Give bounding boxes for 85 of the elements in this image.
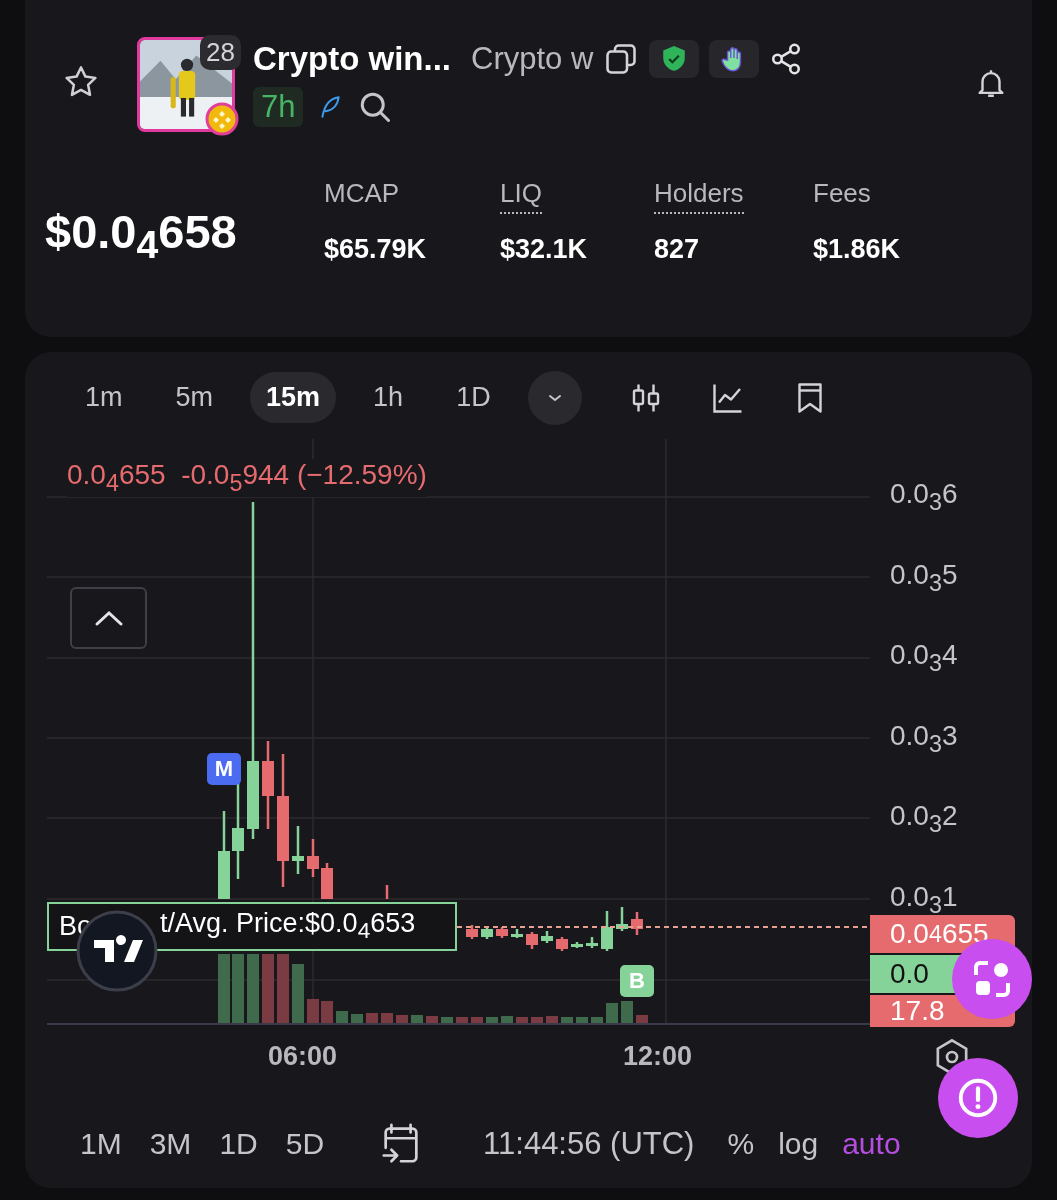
interval-tab[interactable]: 1m: [69, 372, 139, 423]
token-ticker: Crypto w: [471, 41, 594, 77]
price-change-legend: 0.0$_{4}$655 -0.0$_{5}$944 (−12.59%): [67, 459, 427, 497]
volume-bar: [218, 954, 230, 1023]
volume-bar: [366, 1013, 378, 1023]
candle: [586, 937, 598, 948]
volume-bar: [277, 954, 289, 1023]
volume-bar: [232, 954, 244, 1023]
range-button[interactable]: 1D: [214, 1123, 263, 1165]
volume-bar: [262, 954, 274, 1023]
candle: [321, 863, 333, 899]
clock-text: 11:44:56 (UTC): [483, 1126, 695, 1162]
stat-label[interactable]: Holders: [654, 178, 744, 214]
axis-label: 0.0$_{3}$3: [890, 720, 958, 759]
age-badge: 7h: [253, 87, 304, 127]
token-price: $0.0$_{4}$658: [45, 204, 238, 268]
axis-label: 0.0$_{3}$2: [890, 801, 958, 839]
candle: [556, 937, 568, 951]
volume-bar: [546, 1016, 558, 1023]
stat-label: MCAP: [324, 178, 400, 210]
stat-value: $1.86K: [813, 234, 901, 265]
volume-bar: [321, 1001, 333, 1023]
volume-bar: [621, 1001, 633, 1023]
volume-bar: [426, 1016, 438, 1023]
holder-count-badge: 28: [200, 35, 241, 70]
interval-tab[interactable]: 1h: [357, 372, 420, 423]
interval-tab[interactable]: 1D: [440, 372, 507, 423]
volume-bar: [381, 1013, 393, 1023]
volume-bar: [516, 1017, 528, 1023]
shield-check-icon: [649, 40, 700, 78]
volume-bar: [336, 1011, 348, 1023]
candle: [511, 929, 523, 938]
axis-label: 0.0$_{3}$6: [890, 479, 958, 517]
stat-label: Fees: [813, 178, 871, 210]
range-button[interactable]: 1M: [75, 1123, 127, 1165]
candle: [307, 839, 319, 877]
stat-value: 827: [654, 234, 701, 265]
token-name: Crypto win...: [253, 40, 451, 78]
candle: [571, 942, 583, 948]
collapse-button[interactable]: [70, 587, 147, 649]
axis-label: 0.0$_{3}$5: [890, 559, 958, 598]
candle: [616, 907, 628, 931]
volume-bar: [471, 1017, 483, 1023]
range-button[interactable]: 3M: [144, 1123, 197, 1165]
interval-tab[interactable]: 15m: [250, 372, 337, 423]
chart-marker[interactable]: M: [207, 753, 241, 785]
time-axis-label: 06:00: [268, 1041, 338, 1072]
caret-icon: [546, 392, 563, 403]
candle: [526, 932, 538, 949]
volume-bar: [501, 1016, 513, 1023]
stat-value: $65.79K: [324, 234, 428, 265]
volume-bar: [561, 1017, 573, 1023]
stat-value: $32.1K: [500, 234, 589, 265]
candle: [631, 912, 643, 935]
volume-bar: [411, 1015, 423, 1023]
scale-toggle[interactable]: log: [773, 1123, 824, 1165]
candle: [481, 927, 493, 939]
hand-icon: [709, 40, 760, 78]
candle: [601, 911, 613, 951]
volume-bar: [396, 1015, 408, 1023]
axis-label: 0.0$_{3}$4: [890, 640, 958, 678]
volume-bar: [351, 1014, 363, 1023]
volume-bar: [576, 1017, 588, 1023]
interval-tab[interactable]: 5m: [159, 372, 230, 423]
volume-bar: [247, 954, 259, 1023]
volume-bar: [441, 1017, 453, 1023]
volume-bar: [531, 1017, 543, 1023]
label-text: t/Avg. Price:$0.0$_{4}$653: [160, 908, 416, 945]
candle: [496, 927, 508, 938]
volume-bar: [307, 999, 319, 1023]
candle: [292, 826, 304, 874]
volume-bar: [456, 1017, 468, 1023]
candle: [541, 931, 553, 943]
volume-bar: [636, 1015, 648, 1023]
range-button[interactable]: 5D: [280, 1123, 330, 1165]
volume-bar: [606, 1003, 618, 1023]
scale-toggle[interactable]: %: [722, 1123, 760, 1165]
volume-bar: [591, 1017, 603, 1023]
volume-bar: [486, 1017, 498, 1023]
coin-icon: [205, 102, 239, 136]
candle: [466, 925, 478, 939]
volume-bar: [292, 964, 304, 1023]
stat-label[interactable]: LIQ: [500, 178, 542, 214]
time-axis-label: 12:00: [623, 1041, 693, 1072]
scale-toggle[interactable]: auto: [837, 1123, 906, 1165]
